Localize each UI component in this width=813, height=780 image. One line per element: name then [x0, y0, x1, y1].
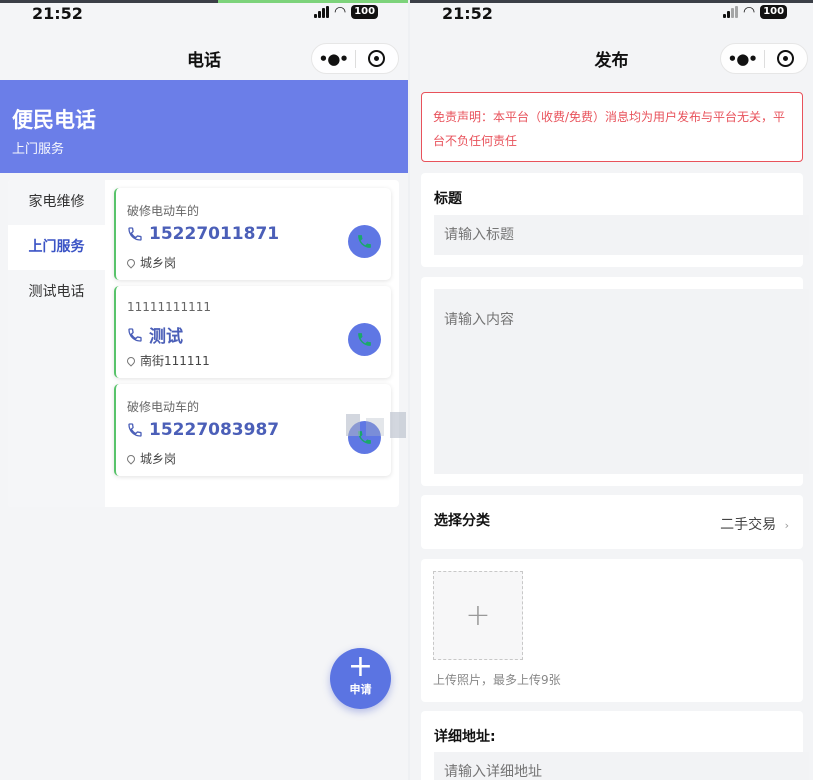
- wifi-icon: ◠: [743, 4, 756, 20]
- fab-label: 申请: [349, 683, 372, 696]
- nav-bar: 发布 •●•: [410, 34, 813, 80]
- banner-subtitle: 上门服务: [12, 142, 65, 157]
- title-input[interactable]: [434, 215, 809, 255]
- contact-location: 城乡岗: [140, 256, 177, 270]
- disclaimer-notice: 免责声明：本平台（收费/免费）消息均为用户发布与平台无关，平台不负任何责任: [421, 92, 803, 162]
- status-time: 21:52: [442, 4, 493, 23]
- signal-icon: [314, 6, 329, 18]
- category-item[interactable]: 家电维修: [8, 180, 105, 225]
- call-button[interactable]: [348, 225, 381, 258]
- capsule-close-icon[interactable]: [356, 50, 399, 67]
- contact-card[interactable]: 破修电动车的 15227011871 城乡岗: [114, 188, 391, 280]
- address-section: 详细地址:: [421, 711, 809, 780]
- contact-number: 15227083987: [149, 420, 280, 440]
- directory-panel: 家电维修 上门服务 测试电话 破修电动车的 15227011871 城乡岗 11…: [8, 180, 399, 507]
- contact-number: 测试: [149, 327, 183, 347]
- contact-number: 15227011871: [149, 224, 280, 244]
- category-label: 选择分类: [434, 513, 490, 529]
- contact-location: 城乡岗: [140, 452, 177, 466]
- miniprogram-capsule: •●•: [720, 43, 808, 74]
- banner-title: 便民电话: [12, 108, 96, 132]
- battery-icon: 100: [351, 5, 379, 19]
- plus-icon: +: [347, 649, 374, 684]
- phone-icon: [128, 227, 142, 241]
- title-section: 标题: [421, 173, 809, 267]
- category-selector[interactable]: 选择分类 二手交易 ›: [421, 495, 803, 549]
- title-label: 标题: [434, 191, 462, 207]
- contact-card[interactable]: 11111111111 测试 南街111111: [114, 286, 391, 378]
- content-textarea[interactable]: [434, 289, 809, 474]
- category-item-active[interactable]: 上门服务: [8, 225, 105, 270]
- phone-icon: [358, 235, 371, 248]
- category-item[interactable]: 测试电话: [8, 270, 105, 315]
- nav-bar: 电话 •●•: [0, 34, 408, 80]
- status-bar: 21:52 ◠ 100: [0, 3, 408, 25]
- more-icon[interactable]: •●•: [312, 50, 355, 68]
- category-value: 二手交易: [720, 517, 777, 533]
- phone-icon: [358, 333, 371, 346]
- blurred-watermark: [346, 410, 408, 444]
- location-pin-icon: [125, 452, 137, 465]
- miniprogram-capsule: •●•: [311, 43, 399, 74]
- signal-icon: [723, 6, 738, 18]
- contact-location: 南街111111: [140, 354, 210, 368]
- battery-icon: 100: [760, 5, 788, 19]
- header-banner: 便民电话 上门服务: [0, 80, 408, 173]
- address-input[interactable]: [434, 752, 809, 780]
- status-bar: 21:52 ◠ 100: [410, 3, 813, 25]
- phone-icon: [128, 327, 142, 342]
- photo-upload-button[interactable]: +: [433, 571, 523, 660]
- apply-fab-button[interactable]: + 申请: [330, 648, 391, 709]
- plus-icon: +: [465, 598, 491, 633]
- content-section: [421, 277, 809, 486]
- status-time: 21:52: [32, 4, 83, 23]
- photo-section: + 上传照片，最多上传9张: [421, 559, 803, 702]
- call-button[interactable]: [348, 323, 381, 356]
- phone-screen: 21:52 ◠ 100 电话 •●• 便民电话 上门服务 家电维修 上门服务 测…: [0, 0, 408, 780]
- contact-title: 11111111111: [127, 300, 211, 314]
- publish-screen: 21:52 ◠ 100 发布 •●• 免责声明：本平台（收费/免费）消息均为用户…: [410, 0, 813, 780]
- phone-icon: [128, 423, 142, 437]
- upload-hint: 上传照片，最多上传9张: [433, 673, 561, 687]
- wifi-icon: ◠: [334, 4, 347, 20]
- chevron-right-icon: ›: [784, 519, 789, 532]
- location-pin-icon: [125, 354, 137, 367]
- more-icon[interactable]: •●•: [721, 50, 764, 68]
- capsule-close-icon[interactable]: [765, 50, 808, 67]
- location-pin-icon: [125, 256, 137, 269]
- category-sidebar: 家电维修 上门服务 测试电话: [8, 180, 105, 507]
- contact-title: 破修电动车的: [127, 204, 200, 218]
- address-label: 详细地址:: [434, 729, 496, 745]
- contact-title: 破修电动车的: [127, 400, 200, 414]
